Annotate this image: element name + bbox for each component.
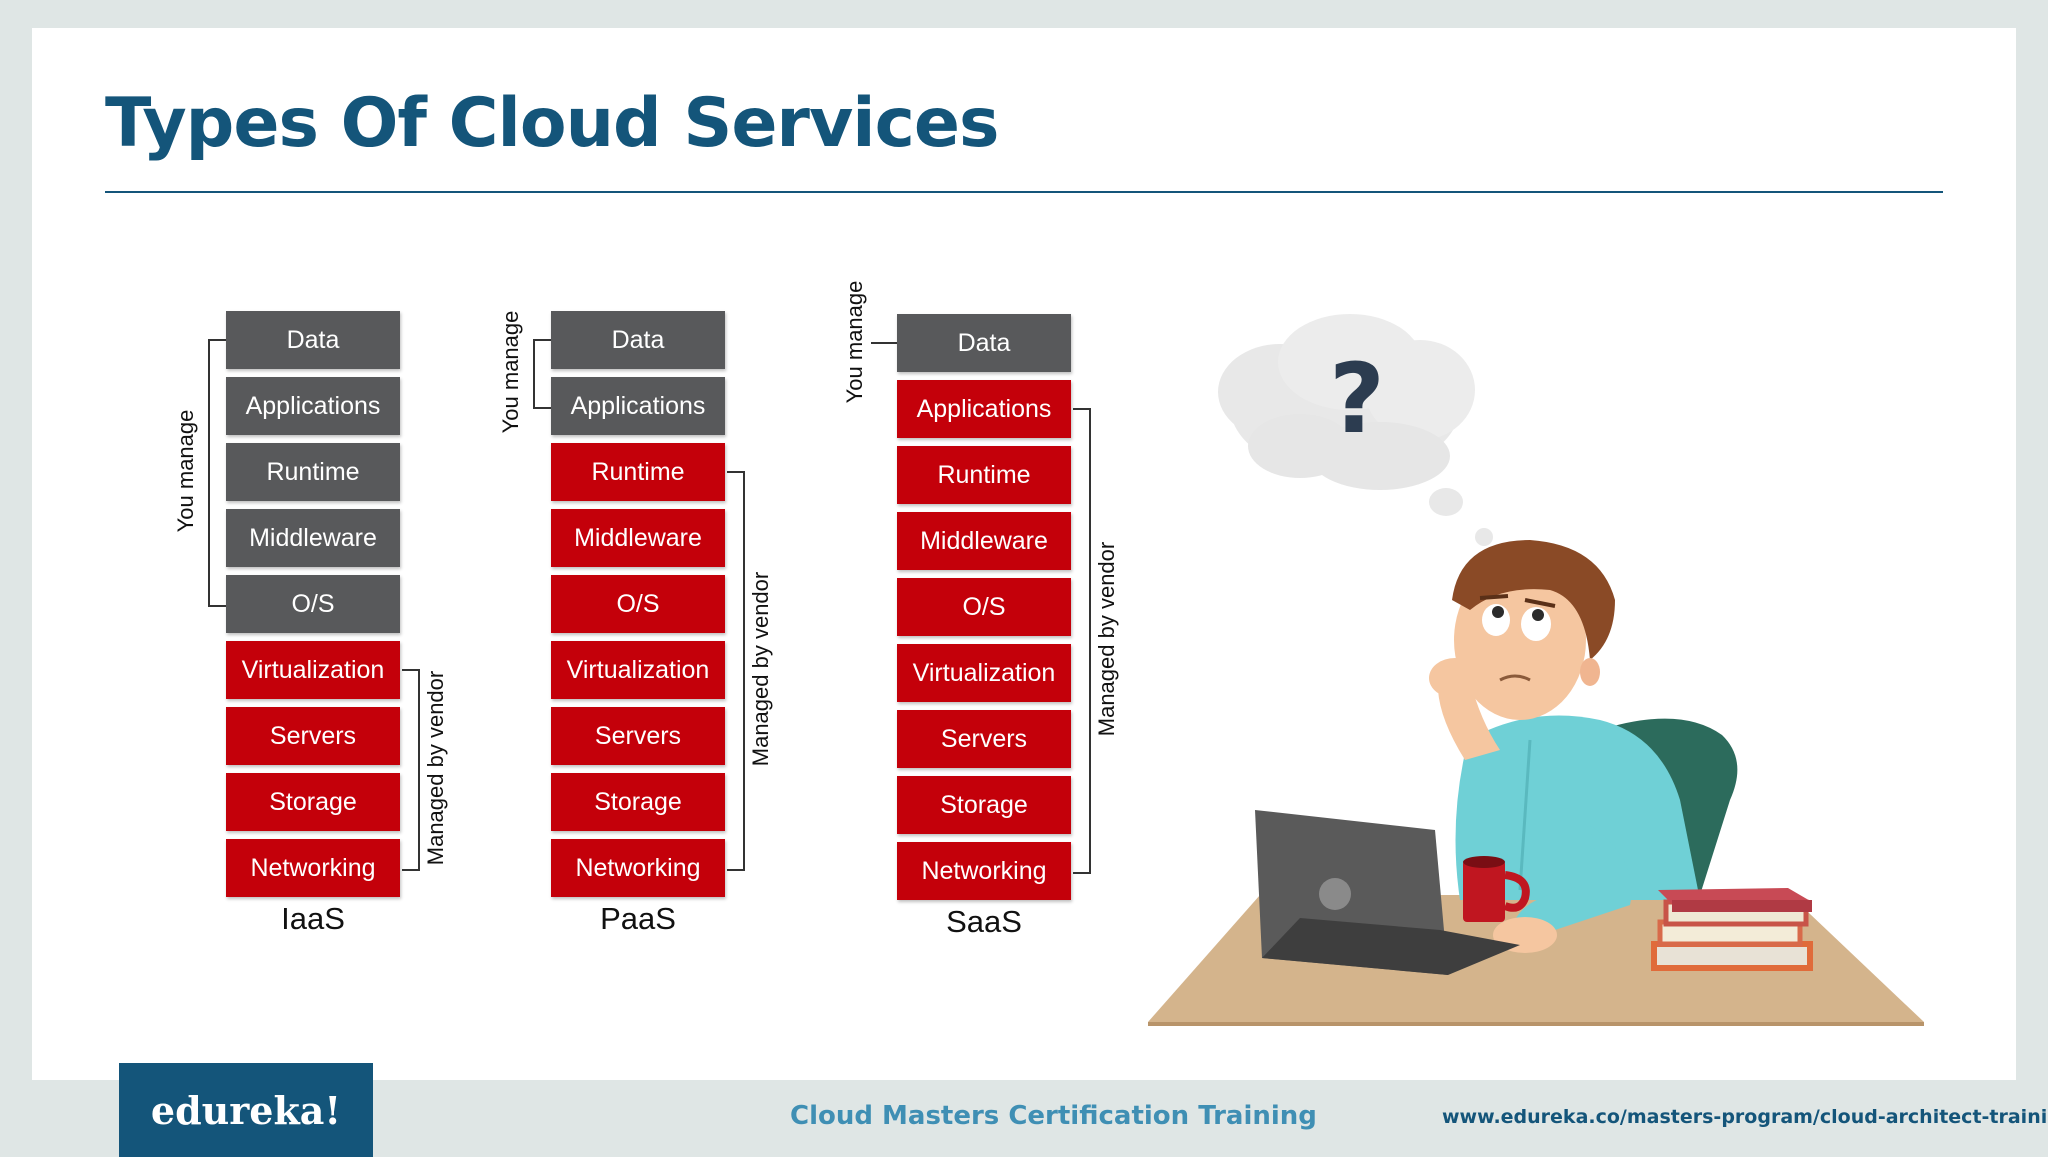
course-url[interactable]: www.edureka.co/masters-program/cloud-arc… (1442, 1106, 2048, 1128)
confused-man-illustration: ? (1148, 314, 1924, 1026)
book-stack (1651, 888, 1813, 971)
edureka-logo: edureka! (119, 1063, 373, 1157)
course-title: Cloud Masters Certification Training (790, 1101, 1317, 1131)
question-mark: ? (1329, 343, 1385, 455)
